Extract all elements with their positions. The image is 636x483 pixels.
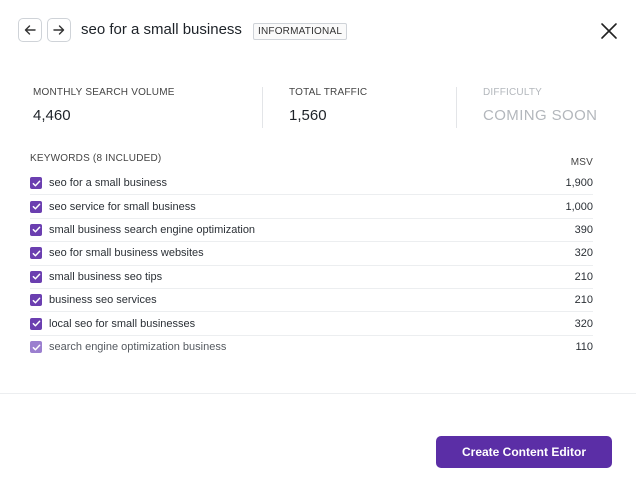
keyword-checkbox[interactable] xyxy=(30,247,42,260)
keyword-text: business seo services xyxy=(49,294,157,307)
stat-label: MONTHLY SEARCH VOLUME xyxy=(33,87,175,98)
keyword-msv: 1,900 xyxy=(565,177,593,190)
keyword-row[interactable]: search engine optimization business 110 xyxy=(30,336,593,359)
keyword-text: small business seo tips xyxy=(49,270,163,283)
keyword-msv: 110 xyxy=(575,341,593,354)
keyword-msv: 210 xyxy=(574,270,593,283)
keyword-list: seo for a small business 1,900 seo servi… xyxy=(30,172,593,359)
check-icon xyxy=(32,226,40,233)
forward-button[interactable] xyxy=(47,18,71,42)
stat-divider xyxy=(456,87,457,128)
footer-divider xyxy=(0,393,636,394)
stat-monthly-search-volume: MONTHLY SEARCH VOLUME 4,460 xyxy=(33,87,175,124)
check-icon xyxy=(32,297,40,304)
close-icon xyxy=(601,23,617,39)
stat-value: 4,460 xyxy=(33,107,71,124)
keyword-row[interactable]: seo for small business websites 320 xyxy=(30,242,593,266)
keyword-text: seo for small business websites xyxy=(49,247,204,260)
keyword-row[interactable]: seo for a small business 1,900 xyxy=(30,172,593,196)
keyword-checkbox[interactable] xyxy=(30,200,42,213)
stat-total-traffic: TOTAL TRAFFIC 1,560 xyxy=(289,87,367,124)
keyword-checkbox[interactable] xyxy=(30,177,42,190)
stat-difficulty: DIFFICULTY COMING SOON xyxy=(483,87,597,124)
stat-value: COMING SOON xyxy=(483,107,598,124)
keyword-row[interactable]: business seo services 210 xyxy=(30,289,593,313)
keyword-title: seo for a small business xyxy=(81,21,242,38)
check-icon xyxy=(32,250,40,257)
check-icon xyxy=(32,320,40,327)
keyword-detail-panel: seo for a small business INFORMATIONAL M… xyxy=(0,0,636,483)
check-icon xyxy=(32,203,40,210)
keyword-text: small business search engine optimizatio… xyxy=(49,223,256,236)
stat-label: DIFFICULTY xyxy=(483,87,543,98)
keyword-checkbox[interactable] xyxy=(30,294,42,307)
keyword-text: seo service for small business xyxy=(49,200,196,213)
check-icon xyxy=(32,344,40,351)
keyword-row[interactable]: small business search engine optimizatio… xyxy=(30,219,593,243)
keyword-msv: 210 xyxy=(574,294,593,307)
keyword-text: search engine optimization business xyxy=(49,341,227,354)
keyword-msv: 1,000 xyxy=(565,200,593,213)
check-icon xyxy=(32,273,40,280)
keyword-row[interactable]: small business seo tips 210 xyxy=(30,266,593,289)
keyword-msv: 320 xyxy=(574,247,593,260)
check-icon xyxy=(32,180,40,187)
keyword-checkbox[interactable] xyxy=(30,270,42,283)
keyword-checkbox[interactable] xyxy=(30,317,42,330)
close-button[interactable] xyxy=(598,20,620,42)
intent-badge: INFORMATIONAL xyxy=(253,23,348,40)
keyword-row[interactable]: seo service for small business 1,000 xyxy=(30,195,593,219)
stat-label: TOTAL TRAFFIC xyxy=(289,87,368,98)
back-button[interactable] xyxy=(18,18,42,42)
keyword-text: local seo for small businesses xyxy=(49,317,196,330)
keywords-header: KEYWORDS (8 INCLUDED) MSV xyxy=(30,153,593,168)
arrow-left-icon xyxy=(24,25,36,35)
stat-divider xyxy=(262,87,263,128)
keyword-checkbox[interactable] xyxy=(30,223,42,236)
keyword-msv: 320 xyxy=(574,317,593,330)
create-content-editor-button[interactable]: Create Content Editor xyxy=(436,436,612,468)
keyword-text: seo for a small business xyxy=(49,177,167,190)
stat-value: 1,560 xyxy=(289,107,327,124)
keyword-msv: 390 xyxy=(574,223,593,236)
keywords-heading: KEYWORDS (8 INCLUDED) xyxy=(30,153,162,164)
keyword-row[interactable]: local seo for small businesses 320 xyxy=(30,312,593,336)
msv-column-header: MSV xyxy=(570,157,593,168)
keyword-checkbox[interactable] xyxy=(30,341,42,354)
arrow-right-icon xyxy=(53,25,65,35)
